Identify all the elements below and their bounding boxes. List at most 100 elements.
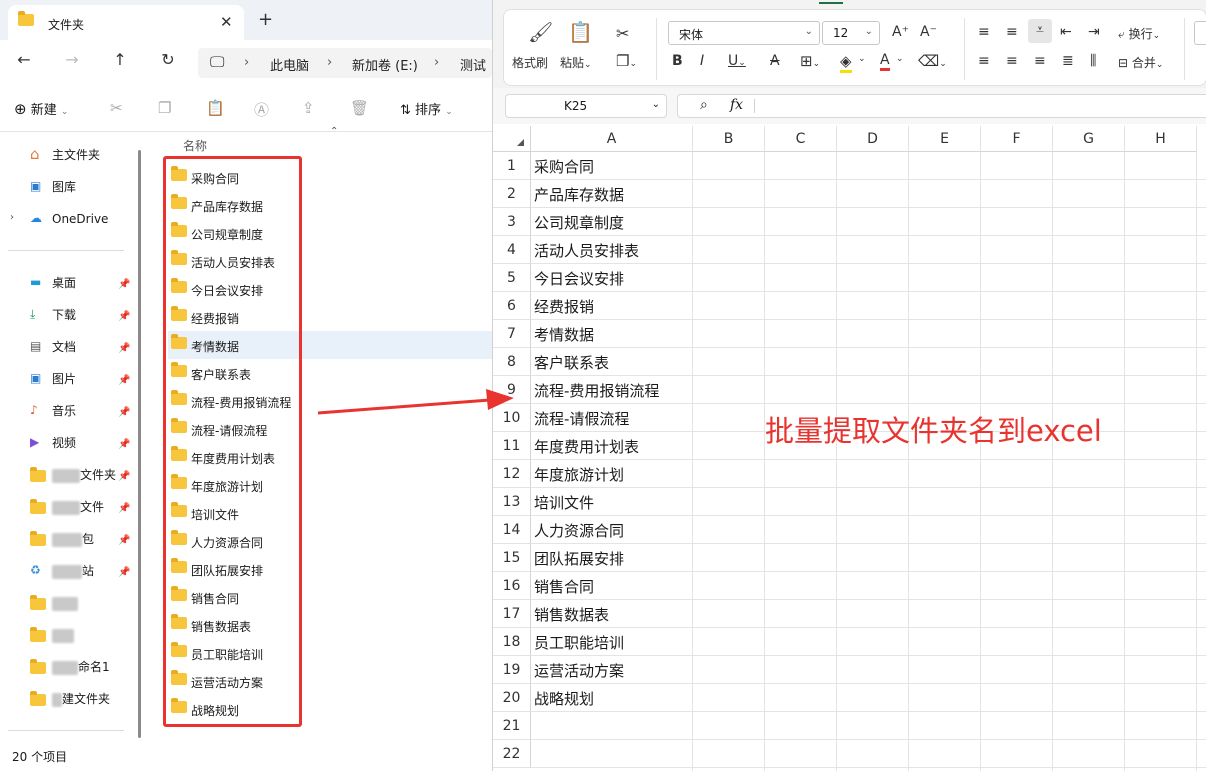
share-icon[interactable]: ⇪ — [302, 99, 315, 117]
cell[interactable]: 经费报销 — [531, 292, 693, 320]
cell[interactable]: 产品库存数据 — [531, 180, 693, 208]
name-box[interactable]: K25 ⌄ — [505, 94, 667, 118]
sidebar-item-gallery[interactable]: ▣ 图库 — [30, 176, 76, 200]
bold-icon[interactable]: B — [672, 53, 683, 69]
cell[interactable]: 流程-费用报销流程 — [531, 376, 693, 404]
cell[interactable]: 运营活动方案 — [531, 656, 693, 684]
font-name-select[interactable]: 宋体 ⌄ — [668, 21, 820, 45]
cell[interactable]: 销售数据表 — [531, 600, 693, 628]
strikethrough-icon[interactable]: A — [770, 53, 780, 69]
sidebar-scrollbar[interactable] — [138, 150, 141, 738]
sidebar-item-documents[interactable]: ▤ 文档 📌 — [30, 336, 130, 360]
address-bar[interactable]: 🖵 › 此电脑 › 新加卷 (E:) › 测试 — [198, 48, 492, 78]
cell[interactable]: 年度费用计划表 — [531, 432, 693, 460]
breadcrumb-item[interactable]: 测试 — [460, 55, 486, 74]
align-bottom-icon[interactable]: ⩡ — [1028, 19, 1052, 43]
fx-icon[interactable]: fx — [730, 97, 743, 113]
sidebar-item-folder[interactable] — [30, 592, 78, 616]
cell[interactable]: 销售合同 — [531, 572, 693, 600]
column-header[interactable]: A — [531, 126, 693, 152]
cell[interactable]: 人力资源合同 — [531, 516, 693, 544]
increase-indent-icon[interactable]: ⇥ — [1088, 24, 1100, 40]
paste-icon[interactable]: 📋 — [206, 99, 225, 117]
cell[interactable]: 培训文件 — [531, 488, 693, 516]
row-header[interactable]: 16 — [493, 572, 531, 600]
sidebar-item-folder[interactable]: 文件夹 📌 — [30, 464, 130, 488]
sidebar-item-folder[interactable]: 建文件夹 — [30, 688, 110, 712]
column-header[interactable]: E — [909, 126, 981, 152]
sidebar-item-home[interactable]: ⌂ 主文件夹 — [30, 144, 100, 168]
row-header[interactable]: 14 — [493, 516, 531, 544]
merge-button[interactable]: ⊟ 合并⌄ — [1118, 54, 1163, 71]
pin-icon[interactable]: 📌 — [118, 403, 130, 423]
row-header[interactable]: 7 — [493, 320, 531, 348]
distribute-icon[interactable]: ⫼ — [1090, 53, 1096, 69]
cell[interactable]: 考情数据 — [531, 320, 693, 348]
cell[interactable] — [531, 740, 693, 768]
pin-icon[interactable]: 📌 — [118, 499, 130, 519]
italic-icon[interactable]: I — [700, 53, 704, 69]
zoom-icon[interactable]: ⌕ — [700, 97, 708, 113]
forward-icon[interactable]: → — [60, 50, 84, 69]
row-header[interactable]: 21 — [493, 712, 531, 740]
copy-icon[interactable]: ❐⌄ — [616, 52, 637, 70]
column-header[interactable]: C — [765, 126, 837, 152]
formula-input[interactable]: ⌕ fx — [677, 94, 1206, 118]
row-header[interactable]: 2 — [493, 180, 531, 208]
row-header[interactable]: 17 — [493, 600, 531, 628]
row-header[interactable]: 10 — [493, 404, 531, 432]
underline-icon[interactable]: U⌄ — [728, 53, 746, 69]
row-header[interactable]: 12 — [493, 460, 531, 488]
clear-format-icon[interactable]: ⌫⌄ — [918, 52, 947, 70]
back-icon[interactable]: ← — [12, 50, 36, 69]
column-header[interactable]: B — [693, 126, 765, 152]
pin-icon[interactable]: 📌 — [118, 275, 130, 295]
font-size-select[interactable]: 12 ⌄ — [822, 21, 880, 45]
select-all-corner[interactable] — [493, 126, 531, 152]
row-header[interactable]: 13 — [493, 488, 531, 516]
sidebar-item-folder[interactable]: 文件 📌 — [30, 496, 130, 520]
chevron-down-icon[interactable]: ⌄ — [896, 54, 904, 64]
delete-icon[interactable]: 🗑 — [350, 99, 369, 117]
pin-icon[interactable]: 📌 — [118, 531, 130, 551]
cell[interactable]: 活动人员安排表 — [531, 236, 693, 264]
paste-button[interactable]: 粘贴⌄ — [560, 54, 592, 71]
column-header[interactable]: D — [837, 126, 909, 152]
align-center-icon[interactable]: ≡ — [1006, 53, 1018, 69]
cut-icon[interactable]: ✂ — [110, 99, 123, 117]
row-header[interactable]: 22 — [493, 740, 531, 768]
pin-icon[interactable]: 📌 — [118, 371, 130, 391]
cell[interactable]: 员工职能培训 — [531, 628, 693, 656]
chevron-down-icon[interactable]: ⌄ — [858, 54, 866, 64]
decrease-indent-icon[interactable]: ⇤ — [1060, 24, 1072, 40]
new-button[interactable]: ⊕ 新建 ⌄ — [14, 99, 68, 118]
font-color-icon[interactable]: A — [880, 52, 890, 71]
align-top-icon[interactable]: ≡ — [978, 24, 990, 40]
sidebar-item-onedrive[interactable]: › ☁ OneDrive — [10, 208, 108, 232]
pin-icon[interactable]: 📌 — [118, 435, 130, 455]
refresh-icon[interactable]: ↻ — [156, 50, 180, 69]
align-right-icon[interactable]: ≡ — [1034, 53, 1046, 69]
sidebar-item-pictures[interactable]: ▣ 图片 📌 — [30, 368, 130, 392]
row-header[interactable]: 6 — [493, 292, 531, 320]
fill-color-icon[interactable]: ◈ — [840, 52, 852, 73]
sidebar-item-music[interactable]: ♪ 音乐 📌 — [30, 400, 130, 424]
align-middle-icon[interactable]: ≡ — [1006, 24, 1018, 40]
cell[interactable]: 团队拓展安排 — [531, 544, 693, 572]
cell[interactable]: 今日会议安排 — [531, 264, 693, 292]
cell[interactable]: 客户联系表 — [531, 348, 693, 376]
sidebar-item-recycle[interactable]: ♻ 站 📌 — [30, 560, 130, 584]
decrease-font-icon[interactable]: A⁻ — [920, 24, 937, 40]
format-painter-button[interactable]: 格式刷 — [512, 54, 548, 71]
justify-icon[interactable]: ≣ — [1062, 53, 1074, 69]
copy-icon[interactable]: ❐ — [158, 99, 171, 117]
breadcrumb-item[interactable]: 新加卷 (E:) — [352, 55, 418, 74]
row-header[interactable]: 11 — [493, 432, 531, 460]
column-header[interactable]: F — [981, 126, 1053, 152]
row-header[interactable]: 15 — [493, 544, 531, 572]
cell[interactable]: 采购合同 — [531, 152, 693, 180]
sort-button[interactable]: ⇅ 排序 ⌄ — [400, 99, 453, 118]
cell[interactable]: 公司规章制度 — [531, 208, 693, 236]
column-header[interactable]: G — [1053, 126, 1125, 152]
border-icon[interactable]: ⊞⌄ — [800, 52, 820, 70]
